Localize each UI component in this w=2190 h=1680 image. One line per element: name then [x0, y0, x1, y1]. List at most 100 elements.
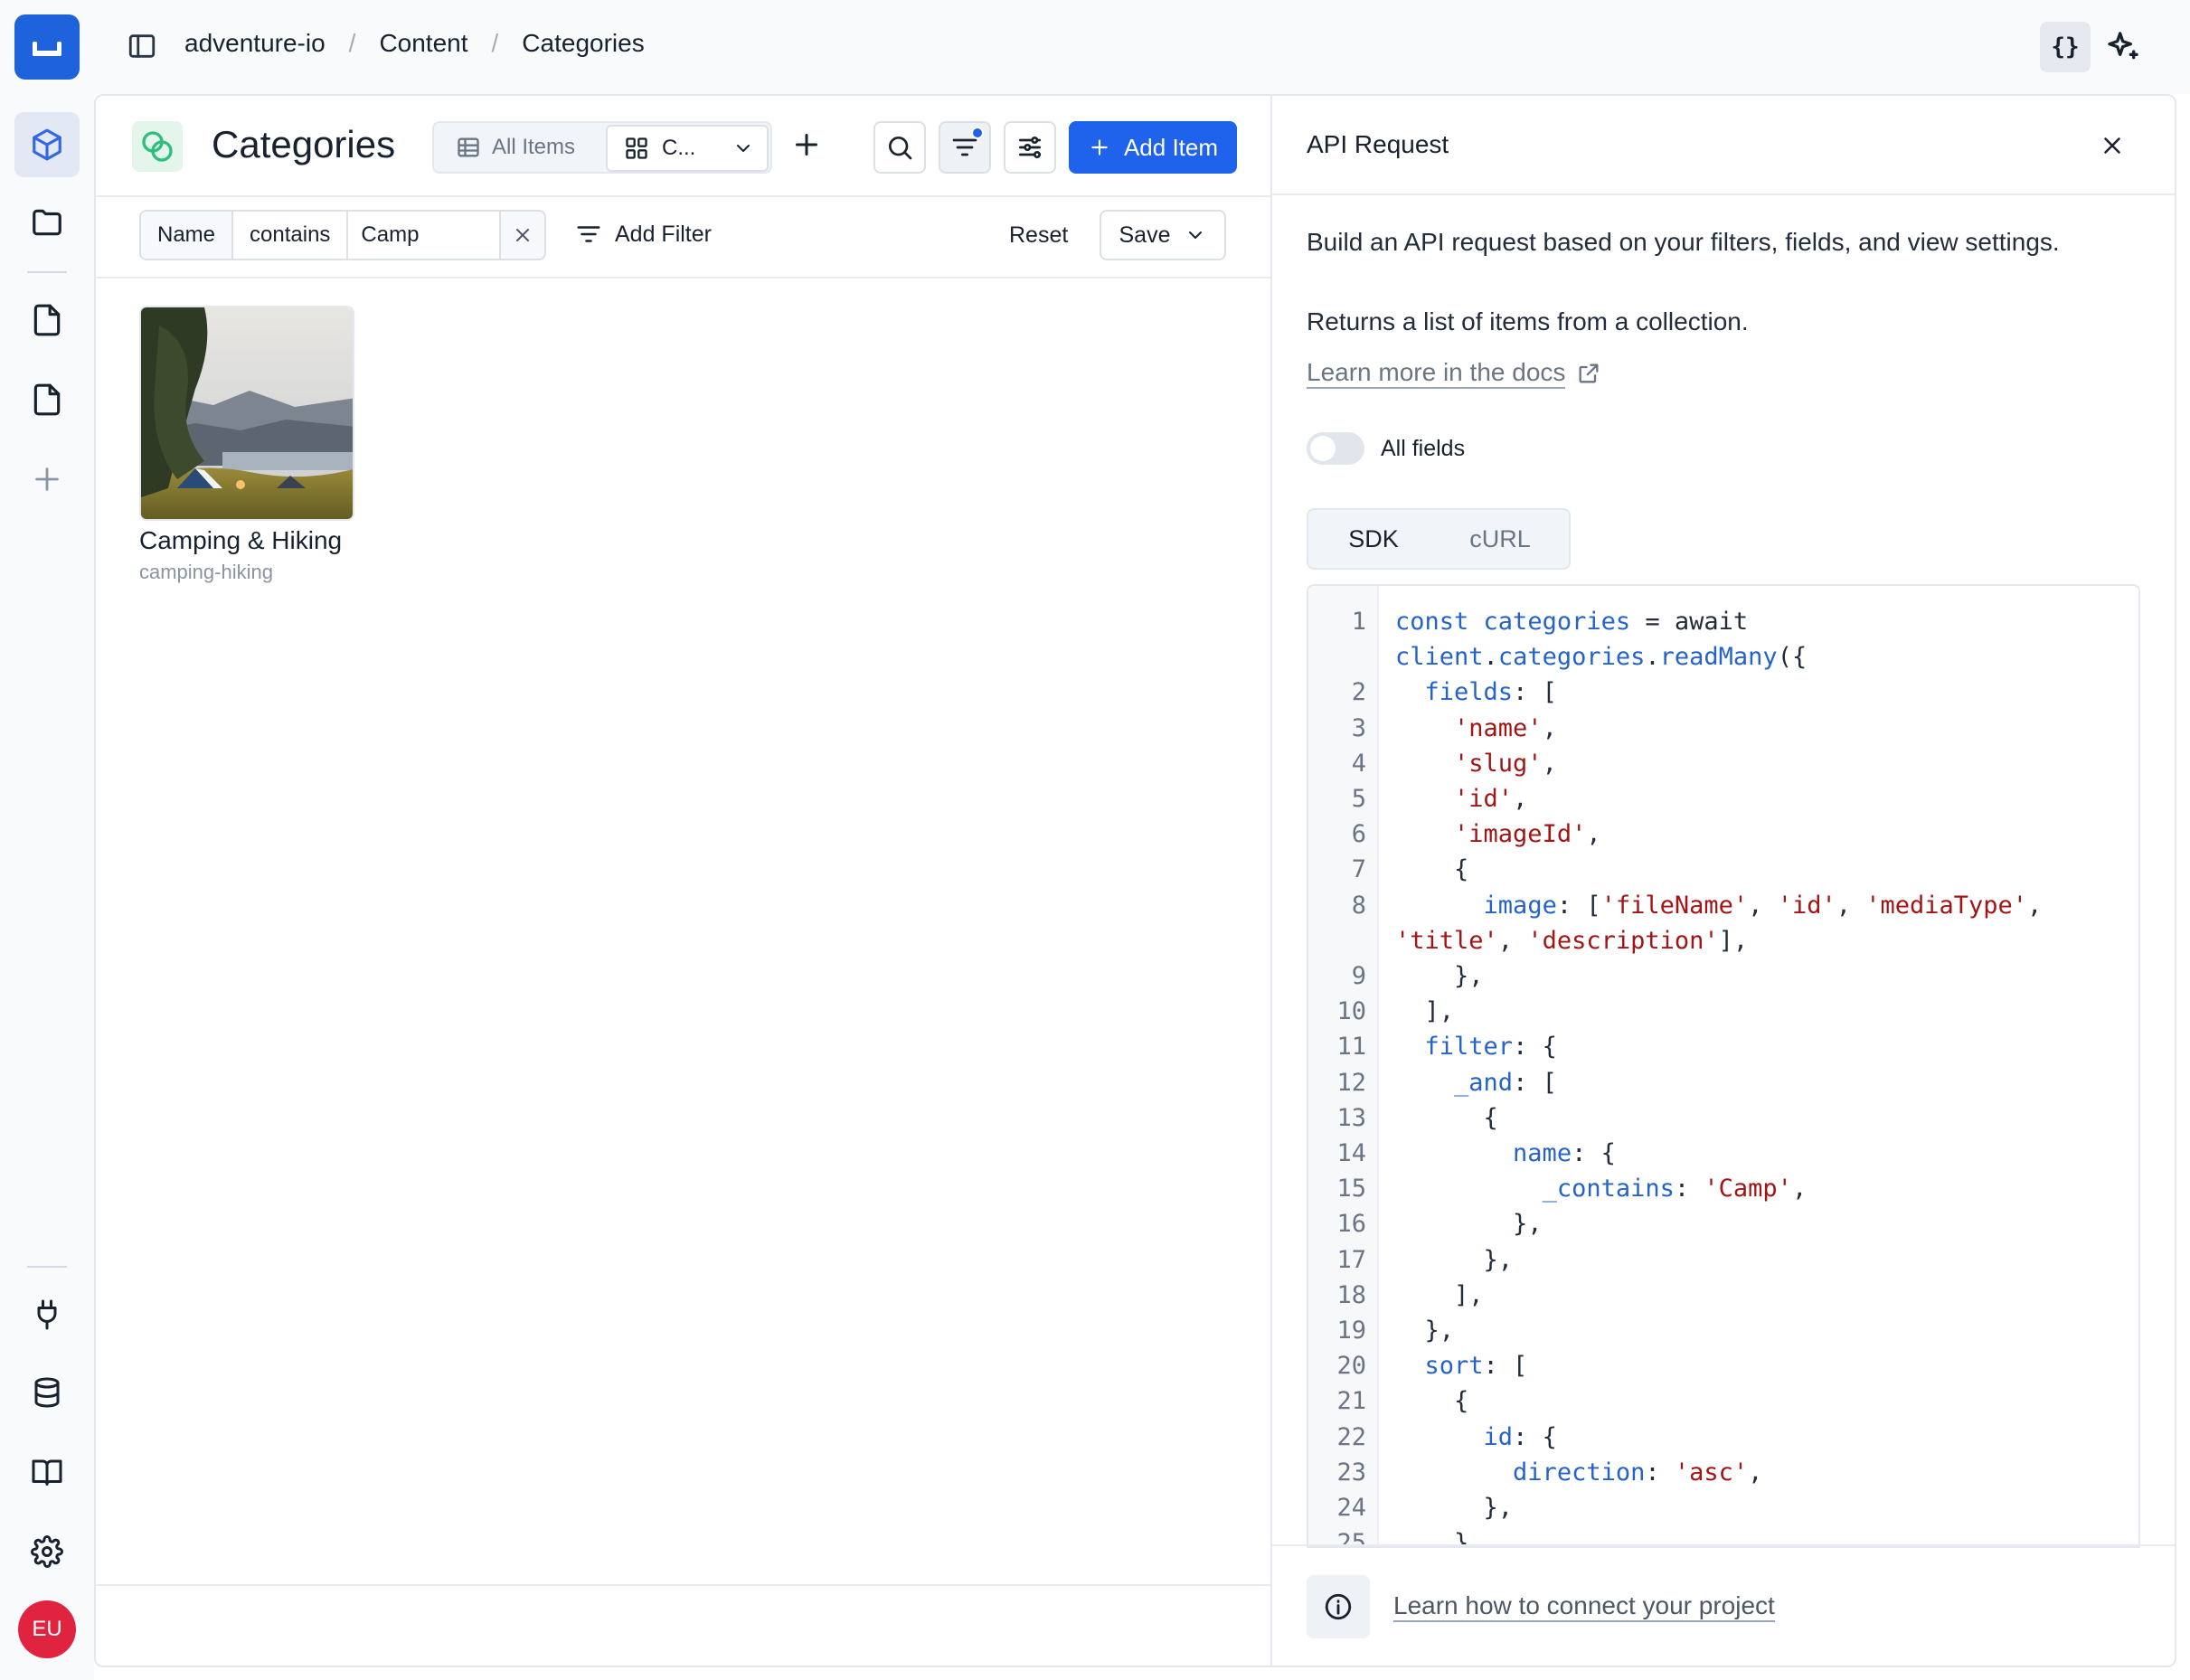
line-number: 8 [1351, 891, 1366, 920]
code-line: 4 'slug', [1308, 746, 2138, 781]
line-number: 24 [1336, 1494, 1366, 1523]
code-token: , [1836, 891, 1866, 920]
data-model-button[interactable] [14, 1360, 80, 1425]
api-request-panel: API Request Build an API request based o… [1270, 94, 2176, 1667]
filter-field[interactable]: Name [141, 212, 234, 259]
code-format-tabs: SDK cURL [1307, 508, 1571, 570]
code-token: , [1748, 1458, 1763, 1487]
code-text: }, [1366, 958, 2126, 994]
code-token: , [1513, 785, 1528, 814]
code-token: , [1748, 891, 1778, 920]
tab-sdk[interactable]: SDK [1312, 513, 1435, 565]
breadcrumb-separator: / [348, 29, 356, 57]
integrations-button[interactable] [14, 1282, 80, 1347]
close-panel-button[interactable] [2099, 132, 2126, 159]
docs-button[interactable] [14, 1439, 80, 1505]
document-icon [33, 383, 61, 416]
line-number: 14 [1336, 1139, 1366, 1168]
add-view-button[interactable] [790, 128, 826, 165]
connect-project-link[interactable]: Learn how to connect your project [1393, 1591, 1775, 1622]
circles-icon [142, 131, 173, 162]
code-block[interactable]: 1 const categories = await client.categor… [1307, 584, 2140, 1548]
filter-button[interactable] [939, 121, 991, 174]
files-module-button[interactable] [14, 190, 80, 255]
plug-icon [37, 1299, 57, 1330]
layout-options-button[interactable] [1004, 121, 1056, 174]
line-number: 7 [1351, 855, 1366, 884]
document-module-button-2[interactable] [14, 367, 80, 432]
code-token: , [1791, 1175, 1808, 1203]
add-item-button[interactable]: Add Item [1069, 121, 1237, 174]
settings-button[interactable] [14, 1519, 80, 1584]
line-number: 12 [1336, 1068, 1366, 1097]
add-module-button[interactable] [14, 447, 80, 512]
content-module-button[interactable] [14, 112, 80, 177]
code-line: 15 _contains: 'Camp', [1308, 1171, 2138, 1206]
code-text: { [1366, 1383, 2126, 1419]
code-line: 24 }, [1308, 1490, 2138, 1525]
code-line: 14 name: { [1308, 1136, 2138, 1171]
breadcrumb: adventure-io / Content / Categories [184, 29, 645, 58]
code-token: 'title' [1395, 926, 1498, 955]
code-token: . [1483, 643, 1498, 672]
tab-all-items-label: All Items [492, 135, 576, 159]
api-panel-title: API Request [1307, 130, 1449, 158]
item-slug: camping-hiking [139, 561, 273, 583]
filter-operator[interactable]: contains [233, 212, 349, 259]
search-button[interactable] [873, 121, 926, 174]
all-fields-switch[interactable] [1307, 432, 1364, 465]
code-text: { [1366, 852, 2126, 887]
app-logo[interactable] [14, 14, 80, 80]
ai-assistant-button[interactable] [2105, 29, 2141, 65]
remove-filter-button[interactable] [499, 212, 544, 259]
code-line: 12 _and: [ [1308, 1065, 2138, 1100]
tab-all-items[interactable]: All Items [456, 123, 575, 172]
line-number: 11 [1336, 1033, 1366, 1062]
code-line: 23 direction: 'asc', [1308, 1455, 2138, 1490]
document-module-button[interactable] [14, 288, 80, 353]
user-avatar[interactable]: EU [18, 1600, 76, 1658]
code-text: }, [1366, 1313, 2126, 1348]
code-text: _contains: 'Camp', [1366, 1171, 2126, 1206]
code-text: sort: [ [1366, 1348, 2126, 1383]
code-line: 10 ], [1308, 994, 2138, 1029]
api-request-toggle[interactable]: {} [2040, 22, 2091, 72]
code-token: : { [1572, 1139, 1616, 1168]
code-token: 'fileName' [1600, 891, 1749, 920]
code-token: : { [1513, 1033, 1557, 1062]
save-button[interactable]: Save [1100, 210, 1226, 260]
code-token: : [1674, 1175, 1704, 1203]
tab-current-view[interactable]: C... [606, 125, 769, 172]
add-filter-button[interactable]: Add Filter [575, 221, 712, 248]
sidebar-toggle-button[interactable] [127, 31, 159, 63]
item-card[interactable]: Camping & Hiking camping-hiking [139, 306, 356, 584]
breadcrumb-project[interactable]: adventure-io [184, 29, 326, 58]
plus-icon [35, 467, 59, 491]
line-number: 17 [1336, 1245, 1366, 1274]
all-fields-toggle-row: All fields [1307, 432, 1465, 465]
tab-curl[interactable]: cURL [1435, 513, 1565, 565]
line-number: 19 [1336, 1317, 1366, 1345]
search-icon [889, 137, 912, 160]
code-line: 16 }, [1308, 1206, 2138, 1241]
code-token: 'id' [1777, 891, 1836, 920]
active-filter-indicator [971, 127, 984, 139]
filter-value-input[interactable]: Camp [348, 212, 499, 259]
code-line: 17 }, [1308, 1242, 2138, 1278]
line-number: 13 [1336, 1103, 1366, 1132]
nav-rail: EU [0, 0, 94, 1680]
code-token: direction [1513, 1458, 1646, 1487]
code-token: 'slug' [1454, 749, 1543, 778]
line-number: 2 [1351, 678, 1366, 707]
reset-button[interactable]: Reset [1009, 222, 1068, 249]
line-number: 9 [1351, 962, 1366, 991]
code-text: filter: { [1366, 1029, 2126, 1064]
code-line: 7 { [1308, 852, 2138, 887]
breadcrumb-page[interactable]: Categories [522, 29, 644, 58]
docs-link[interactable]: Learn more in the docs [1307, 358, 1601, 389]
breadcrumb-section[interactable]: Content [379, 29, 467, 58]
